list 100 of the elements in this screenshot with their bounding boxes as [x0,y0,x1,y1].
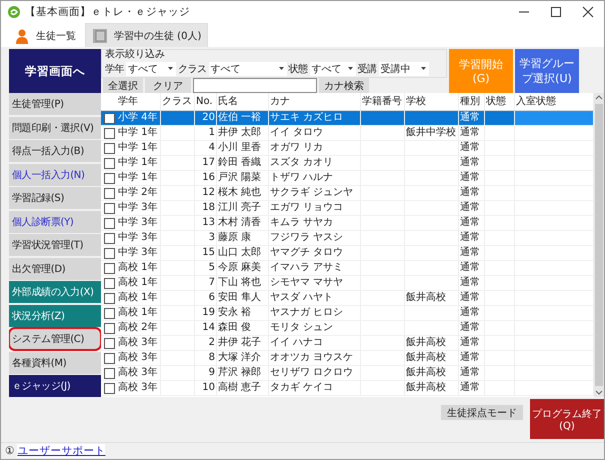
sidebar-item[interactable]: 学習記録(S) [9,187,101,209]
sidebar-item[interactable]: 問題印刷・選択(V) [9,116,101,138]
checkbox[interactable] [104,308,114,318]
table-row[interactable]: 中学 1年 17 鈴田 香織 スズタ カオリ 通常 [101,156,594,171]
checkbox[interactable] [104,338,114,348]
sidebar-item[interactable]: 生徒管理(P) [9,93,101,115]
table-cell: 中学 2年 [118,187,158,198]
table-cell: 高校 1年 [118,292,158,303]
checkbox[interactable] [104,112,114,124]
dropdown[interactable]: 受講中 [378,62,428,76]
column-header[interactable]: 学校 [405,93,459,110]
table-cell: 高校 3年 [118,352,158,363]
study-group-button[interactable]: 学習グループ選択(U) [515,49,579,93]
table-cell: 通常 [460,157,480,168]
checkbox[interactable] [104,368,114,378]
sidebar-item[interactable]: システム管理(C) [9,328,101,350]
scrollbar[interactable] [594,93,604,397]
sidebar-item[interactable]: 出欠管理(D) [9,258,101,280]
table-row[interactable]: 中学 1年 16 戸沢 陽菜 トザワ ハルナ 通常 [101,171,594,186]
checkbox[interactable] [104,232,114,244]
table-row[interactable]: 中学 1年 1 井伊 太郎 イイ タロウ 飯井中学校 通常 [101,126,594,141]
dropdown[interactable]: すべて [208,62,286,76]
column-header[interactable]: カナ [269,93,361,110]
sidebar-item[interactable]: 各種資料(M) [9,352,101,374]
caret-icon[interactable] [420,66,426,71]
table-cell: 通常 [460,247,480,258]
sidebar-item[interactable]: 状況分析(Z) [9,304,101,326]
checkbox[interactable] [104,142,114,154]
checkbox[interactable] [104,382,114,394]
scoring-mode-button[interactable]: 生徒採点モード [440,404,524,421]
table-row[interactable]: 中学 2年 12 桜木 純也 サクラギ ジュンヤ 通常 [101,186,594,201]
tab[interactable]: 学習中の生徒 (0人) [85,23,208,47]
checkbox[interactable] [104,262,114,274]
checkbox[interactable] [104,278,114,288]
table-row[interactable]: 高校 3年 10 高樹 恵子 タカギ ケイコ 飯井高校 通常 [101,381,594,396]
clear-button[interactable]: クリア [145,78,191,93]
table-row[interactable]: 高校 3年 8 大塚 洋介 オオツカ ヨウスケ 飯井高校 通常 [101,351,594,366]
checkbox[interactable] [104,292,114,304]
column-header[interactable]: 学籍番号 [361,93,405,110]
column-header[interactable]: 学年 [117,93,161,110]
checkbox[interactable] [104,218,114,228]
column-header[interactable]: クラス [161,93,195,110]
table-row[interactable]: 中学 3年 3 藤原 康 フジワラ ヤスシ 通常 [101,231,594,246]
exit-button[interactable]: プログラム終了(Q) [530,399,604,439]
sidebar-item[interactable]: 外部成績の入力(X) [9,281,101,303]
select-all-button[interactable]: 全選択 [103,78,143,93]
table-cell: 高校 1年 [118,307,158,318]
caret-icon[interactable] [346,66,354,71]
table-cell: 通常 [460,232,480,243]
table-row[interactable]: 中学 3年 18 江川 亮子 エガワ リョウコ 通常 [101,201,594,216]
checkbox[interactable] [104,352,114,364]
search-field[interactable] [193,78,317,93]
table-cell: 通常 [460,187,480,198]
table-cell: 通常 [460,217,480,228]
dropdown[interactable]: すべて [126,62,176,76]
table-row[interactable]: 中学 3年 15 山口 太郎 ヤマグチ タロウ 通常 [101,246,594,261]
sidebar-item[interactable]: 得点一括入力(B) [9,140,101,162]
table-row[interactable]: 高校 3年 2 井伊 花子 イイ ハナコ 飯井高校 通常 [101,336,594,351]
column-header[interactable]: 状態 [485,93,515,110]
study-screen-button[interactable]: 学習画面へ [9,49,101,93]
table-cell: 通常 [460,142,480,153]
dropdown[interactable]: すべて [310,62,356,76]
sidebar-item[interactable]: 個人一括入力(N) [9,164,101,186]
table-cell: サクラギ ジュンヤ [270,187,354,198]
checkbox[interactable] [104,158,114,168]
table-row[interactable]: 中学 1年 4 小川 里香 オガワ リカ 通常 [101,141,594,156]
table-cell: シモヤマ マサヤ [270,277,344,288]
table-row[interactable]: 高校 1年 5 今原 麻美 イマハラ アサミ 通常 [101,261,594,276]
table-cell: 高校 1年 [118,262,158,273]
table-cell: 5 [208,262,215,273]
table-row[interactable]: 中学 3年 13 木村 清香 キムラ サヤカ 通常 [101,216,594,231]
checkbox[interactable] [104,128,114,138]
sidebar-item[interactable]: ｅジャッジ(J) [9,375,101,397]
kana-search-button[interactable]: カナ検索 [319,78,369,93]
table-cell: 桜木 純也 [218,187,262,198]
column-header[interactable]: No. [195,93,217,110]
sidebar-item[interactable]: 個人診断票(Y) [9,210,101,232]
table-row[interactable]: 高校 1年 6 安田 隼人 ヤスダ ハヤト 飯井高校 通常 [101,291,594,306]
checkbox[interactable] [104,248,114,258]
sidebar-item[interactable]: 学習状況管理(T) [9,234,101,256]
table-row[interactable]: 高校 2年 14 森田 俊 モリタ シュン 通常 [101,321,594,336]
table-row[interactable]: 高校 1年 19 安永 裕 ヤスナガ ヒロシ 通常 [101,306,594,321]
caret-icon[interactable] [167,66,174,71]
table-cell: 通常 [460,172,480,183]
checkbox[interactable] [104,322,114,334]
checkbox[interactable] [104,172,114,184]
filter-label: 学年 [105,62,124,76]
column-header[interactable]: 種別 [459,93,485,110]
checkbox[interactable] [104,202,114,214]
table-row[interactable]: 小学 4年 20 佐伯 一裕 サエキ カズヒロ 通常 [101,111,594,126]
caret-icon[interactable] [278,66,284,71]
table-cell: 20 [202,112,215,123]
checkbox[interactable] [104,188,114,198]
column-header[interactable]: 氏名 [217,93,269,110]
table-row[interactable]: 高校 3年 9 芹沢 禄郎 セリザワ ロクロウ 飯井高校 通常 [101,366,594,381]
table-cell: 中学 3年 [118,202,158,213]
table-cell: イイ タロウ [270,127,324,138]
support-link[interactable]: ユーザーサポート [17,444,106,458]
table-row[interactable]: 高校 1年 7 下山 将也 シモヤマ マサヤ 通常 [101,276,594,291]
table-cell: 通常 [460,322,480,333]
